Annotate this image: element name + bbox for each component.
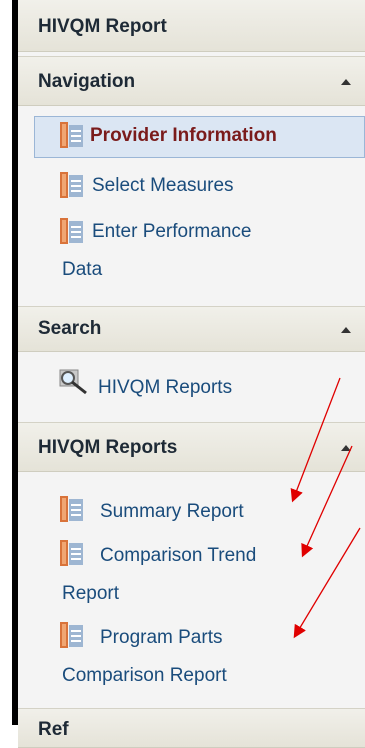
sidebar-item-label-line2[interactable]: Report <box>62 578 119 610</box>
sidebar-item-label[interactable]: Provider Information <box>90 120 277 152</box>
sidebar-item-label-line1[interactable]: Comparison Trend <box>100 540 256 572</box>
sidebar-item-comparison-trend-report[interactable]: Comparison Trend Report <box>18 536 365 612</box>
navigation-header[interactable]: Navigation <box>18 56 365 106</box>
sidebar-item-program-parts-comparison-report[interactable]: Program Parts Comparison Report <box>18 618 365 694</box>
navigation-panel <box>18 0 365 725</box>
sidebar-item-label[interactable]: Select Measures <box>92 170 234 202</box>
sidebar-item-select-measures[interactable]: Select Measures <box>18 170 365 206</box>
report-doc-icon <box>60 122 83 148</box>
app-title-header: HIVQM Report <box>18 0 365 52</box>
app-title: HIVQM Report <box>38 16 167 37</box>
report-doc-icon <box>60 622 83 648</box>
sidebar-item-label[interactable]: Summary Report <box>100 496 244 528</box>
report-doc-icon <box>60 496 83 522</box>
collapse-caret-icon[interactable] <box>341 79 351 85</box>
search-header[interactable]: Search <box>18 306 365 352</box>
search-title: Search <box>38 318 102 339</box>
collapse-caret-icon[interactable] <box>341 445 351 451</box>
sidebar-item-label-line1[interactable]: Enter Performance <box>92 216 251 248</box>
sidebar-item-label-line2[interactable]: Data <box>62 254 102 286</box>
next-section-title: Ref <box>38 719 69 740</box>
next-section-header[interactable]: Ref <box>18 708 365 748</box>
hivqm-reports-title: HIVQM Reports <box>38 437 178 458</box>
sidebar-item-label-line1[interactable]: Program Parts <box>100 622 222 654</box>
sidebar-item-summary-report[interactable]: Summary Report <box>18 490 365 530</box>
report-doc-icon <box>60 218 83 244</box>
report-doc-icon <box>60 540 83 566</box>
hivqm-reports-header[interactable]: HIVQM Reports <box>18 422 365 472</box>
sidebar-item-label[interactable]: HIVQM Reports <box>98 372 232 404</box>
magnifier-icon <box>59 369 87 395</box>
navigation-title: Navigation <box>38 71 136 92</box>
sidebar-item-enter-performance-data[interactable]: Enter Performance Data <box>18 214 365 290</box>
sidebar-item-hivqm-reports-search[interactable]: HIVQM Reports <box>18 368 365 408</box>
collapse-caret-icon[interactable] <box>341 327 351 333</box>
sidebar-item-label-line2[interactable]: Comparison Report <box>62 660 227 692</box>
sidebar-item-provider-information[interactable]: Provider Information <box>18 118 365 158</box>
report-doc-icon <box>60 172 83 198</box>
